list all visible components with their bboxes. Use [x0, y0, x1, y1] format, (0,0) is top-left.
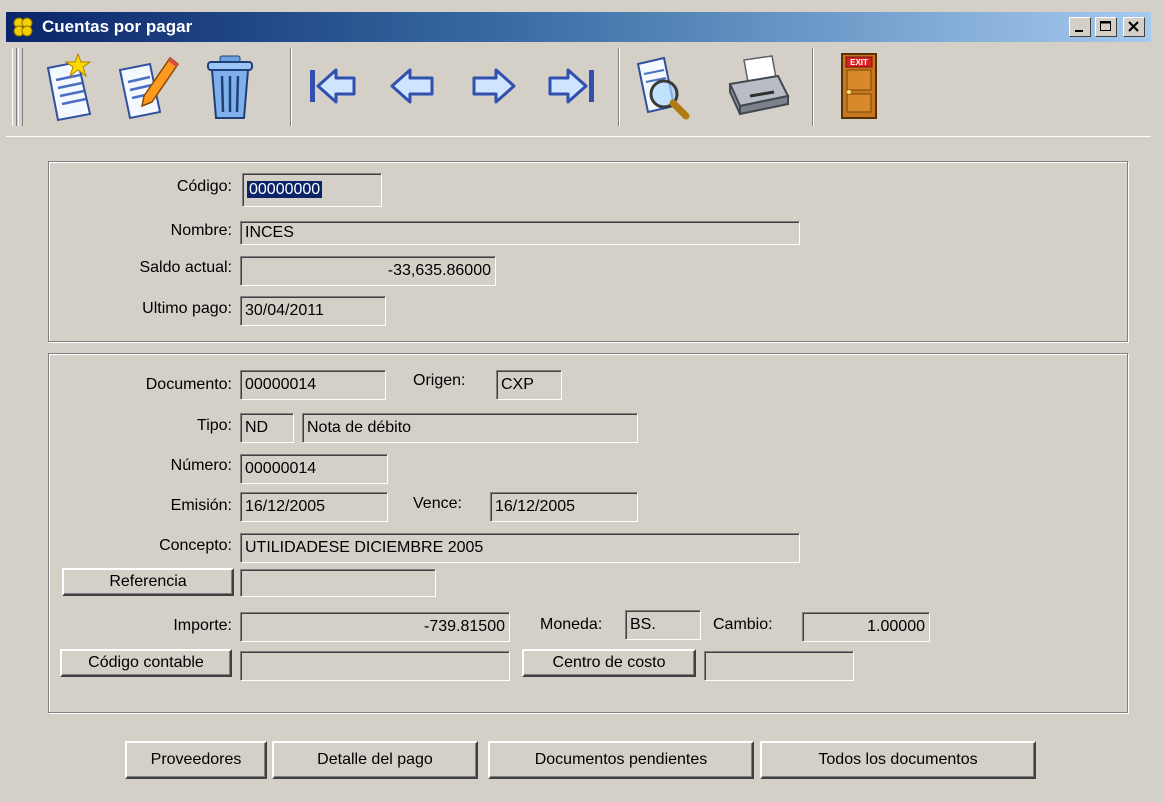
- title-bar[interactable]: Cuentas por pagar: [6, 12, 1151, 42]
- delete-record-button[interactable]: [194, 50, 266, 122]
- close-button[interactable]: [1123, 17, 1145, 37]
- toolbar-grip[interactable]: [18, 48, 23, 126]
- previous-record-button[interactable]: [378, 50, 450, 122]
- cambio-label: Cambio:: [713, 616, 773, 633]
- tipo-description-input[interactable]: Nota de débito: [302, 413, 638, 443]
- magnifier-document-icon: [636, 56, 690, 120]
- numero-label: Número:: [170, 457, 232, 474]
- toolbar-separator: [290, 48, 292, 126]
- right-arrow-icon: [472, 68, 516, 104]
- detalle-pago-button[interactable]: Detalle del pago: [272, 741, 478, 779]
- referencia-button[interactable]: Referencia: [62, 568, 234, 596]
- minimize-button[interactable]: [1069, 17, 1091, 37]
- emision-label: Emisión:: [170, 497, 232, 514]
- search-button[interactable]: [626, 50, 698, 122]
- last-arrow-icon: [548, 68, 594, 104]
- origen-input[interactable]: CXP: [496, 370, 562, 400]
- ultimo-pago-input[interactable]: 30/04/2011: [240, 296, 386, 326]
- tipo-code-input[interactable]: ND: [240, 413, 294, 443]
- maximize-icon: [1100, 21, 1111, 31]
- centro-costo-button[interactable]: Centro de costo: [522, 649, 696, 677]
- saldo-actual-label: Saldo actual:: [139, 259, 232, 276]
- nombre-input[interactable]: INCES: [240, 221, 800, 245]
- window-title: Cuentas por pagar: [42, 17, 193, 36]
- referencia-input[interactable]: [240, 569, 436, 597]
- next-record-button[interactable]: [456, 50, 528, 122]
- importe-label: Importe:: [173, 617, 232, 634]
- edit-record-button[interactable]: [110, 50, 182, 122]
- proveedores-button[interactable]: Proveedores: [125, 741, 267, 779]
- concepto-input[interactable]: UTILIDADESE DICIEMBRE 2005: [240, 533, 800, 563]
- maximize-button[interactable]: [1095, 17, 1117, 37]
- svg-text:EXIT: EXIT: [850, 58, 868, 67]
- origen-label: Origen:: [413, 372, 466, 389]
- minimize-icon: [1075, 30, 1083, 32]
- exit-door-icon: EXIT: [841, 53, 877, 119]
- new-record-button[interactable]: [34, 50, 106, 122]
- first-record-button[interactable]: [298, 50, 370, 122]
- codigo-contable-button[interactable]: Código contable: [60, 649, 232, 677]
- emision-input[interactable]: 16/12/2005: [240, 492, 388, 522]
- concepto-label: Concepto:: [159, 537, 232, 554]
- codigo-value: 00000000: [247, 181, 323, 198]
- last-record-button[interactable]: [534, 50, 606, 122]
- print-button[interactable]: [722, 50, 794, 122]
- left-arrow-icon: [390, 68, 434, 104]
- vence-input[interactable]: 16/12/2005: [490, 492, 638, 522]
- centro-costo-input[interactable]: [704, 651, 854, 681]
- exit-button[interactable]: EXIT: [820, 50, 892, 122]
- importe-input[interactable]: -739.81500: [240, 612, 510, 642]
- documento-input[interactable]: 00000014: [240, 370, 386, 400]
- numero-input[interactable]: 00000014: [240, 454, 388, 484]
- printer-icon: [728, 55, 790, 116]
- documento-label: Documento:: [145, 376, 232, 393]
- cambio-input[interactable]: 1.00000: [802, 612, 930, 642]
- trash-icon: [207, 55, 253, 119]
- toolbar-separator: [812, 48, 814, 126]
- tipo-label: Tipo:: [197, 417, 232, 434]
- toolbar-separator: [618, 48, 620, 126]
- ultimo-pago-label: Ultimo pago:: [142, 300, 232, 317]
- edit-document-icon: [118, 56, 180, 120]
- codigo-contable-input[interactable]: [240, 651, 510, 681]
- new-document-icon: [46, 52, 92, 122]
- moneda-input[interactable]: BS.: [625, 610, 701, 640]
- toolbar-grip[interactable]: [12, 48, 17, 126]
- vence-label: Vence:: [413, 495, 462, 512]
- clover-icon: [12, 16, 34, 38]
- close-icon: [1128, 21, 1139, 32]
- codigo-input[interactable]: 00000000: [242, 173, 382, 207]
- moneda-label: Moneda:: [540, 616, 603, 633]
- toolbar: EXIT: [6, 44, 1151, 137]
- first-arrow-icon: [310, 68, 356, 104]
- documentos-pendientes-button[interactable]: Documentos pendientes: [488, 741, 754, 779]
- saldo-actual-input[interactable]: -33,635.86000: [240, 256, 496, 286]
- todos-documentos-button[interactable]: Todos los documentos: [760, 741, 1036, 779]
- nombre-label: Nombre:: [170, 222, 232, 239]
- codigo-label: Código:: [176, 178, 232, 195]
